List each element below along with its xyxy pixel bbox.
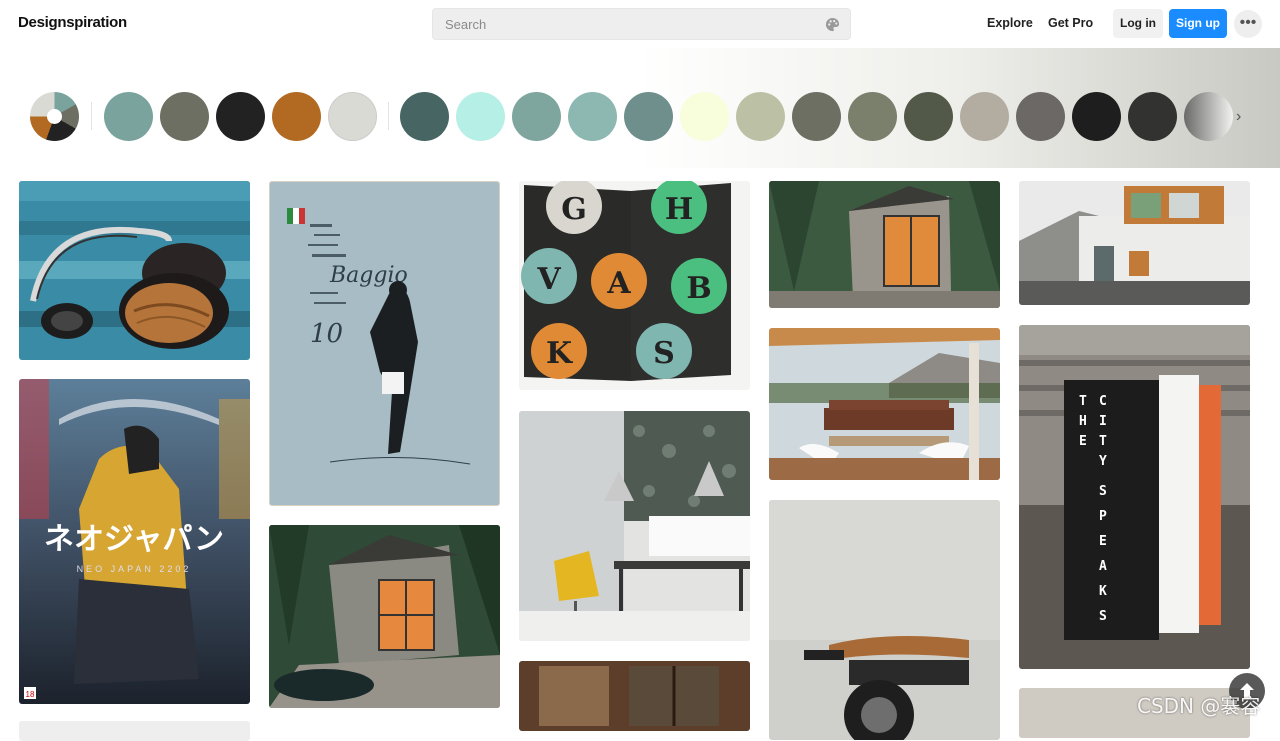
image-neo-japan-poster[interactable]: ネオジャパン NEO JAPAN 2202 18 <box>19 379 250 704</box>
watermark: CSDN @褰容 <box>1137 694 1261 718</box>
sign-letter: C <box>1099 394 1107 409</box>
sign-letter: H <box>1079 414 1087 429</box>
more-options-button[interactable]: ••• <box>1234 10 1262 38</box>
selected-color-swatch[interactable] <box>104 92 153 141</box>
typo-letter: H <box>665 192 693 227</box>
sign-letter: I <box>1099 414 1107 429</box>
poster-title: ネオジャパン <box>44 522 224 557</box>
suggested-color-swatch[interactable] <box>736 92 785 141</box>
ellipsis-icon: ••• <box>1239 14 1257 31</box>
typo-letter: A <box>606 266 631 301</box>
sign-letter: S <box>1099 609 1107 624</box>
image-container-house[interactable] <box>1019 181 1250 305</box>
image-typography-book[interactable]: G H V A B K S <box>519 181 750 390</box>
suggested-color-swatch[interactable] <box>456 92 505 141</box>
typo-letter: B <box>686 271 711 306</box>
suggested-color-swatch[interactable] <box>1072 92 1121 141</box>
image-headphones[interactable] <box>19 181 250 360</box>
divider <box>91 102 92 130</box>
suggested-color-swatch[interactable] <box>624 92 673 141</box>
typo-letter: S <box>653 336 675 371</box>
suggested-color-swatch[interactable] <box>512 92 561 141</box>
suggested-color-swatch[interactable] <box>400 92 449 141</box>
search-box[interactable] <box>432 8 851 40</box>
suggested-color-swatch[interactable] <box>904 92 953 141</box>
sign-letter: Y <box>1099 454 1107 469</box>
suggested-color-swatch[interactable] <box>960 92 1009 141</box>
signup-button[interactable]: Sign up <box>1169 9 1227 38</box>
sign-letter: A <box>1099 559 1107 574</box>
sign-letter: T <box>1099 434 1107 449</box>
login-button[interactable]: Log in <box>1113 9 1163 38</box>
image-bottom-left[interactable] <box>19 721 250 741</box>
suggested-color-swatch[interactable] <box>568 92 617 141</box>
suggested-color-swatch[interactable] <box>1128 92 1177 141</box>
selected-color-swatch[interactable] <box>328 92 377 141</box>
sign-letter: S <box>1099 484 1107 499</box>
sign-letter: K <box>1099 584 1107 599</box>
top-bar: Designspiration Explore Get Pro Log in S… <box>0 0 1280 48</box>
nav-explore[interactable]: Explore <box>987 16 1033 30</box>
divider <box>388 102 389 130</box>
typo-letter: K <box>546 336 573 371</box>
selected-color-swatch[interactable] <box>272 92 321 141</box>
brand-logo[interactable]: Designspiration <box>18 14 127 31</box>
image-house-in-forest[interactable] <box>769 181 1000 308</box>
image-patio-lounge[interactable] <box>769 328 1000 480</box>
selected-color-swatch[interactable] <box>216 92 265 141</box>
typo-letter: V <box>536 262 561 297</box>
suggested-color-swatch[interactable] <box>680 92 729 141</box>
selected-color-swatch[interactable] <box>160 92 209 141</box>
image-cabin-window[interactable] <box>519 661 750 731</box>
sign-letter: T <box>1079 394 1087 409</box>
palette-icon[interactable] <box>825 17 840 32</box>
sign-letter: E <box>1079 434 1087 449</box>
baggio-number: 10 <box>310 319 343 349</box>
nav-get-pro[interactable]: Get Pro <box>1048 16 1093 30</box>
typo-letter: G <box>561 192 587 227</box>
image-motorcycle[interactable] <box>769 500 1000 740</box>
color-wheel-icon[interactable] <box>30 92 79 141</box>
image-baggio-poster[interactable]: Baggio 10 <box>269 181 500 506</box>
image-forest-cabin[interactable] <box>269 525 500 708</box>
sign-letter: E <box>1099 534 1107 549</box>
poster-subtitle: NEO JAPAN 2202 <box>77 564 192 574</box>
image-the-city-speaks-sign[interactable]: T H E C I T Y S P E A K S <box>1019 325 1250 669</box>
search-input[interactable] <box>433 9 813 39</box>
suggested-color-swatch[interactable] <box>848 92 897 141</box>
sign-letter: P <box>1099 509 1107 524</box>
suggested-color-swatch[interactable] <box>1016 92 1065 141</box>
suggested-color-swatch[interactable] <box>1184 92 1233 141</box>
suggested-color-swatch[interactable] <box>792 92 841 141</box>
poster-rating: 18 <box>26 690 35 699</box>
chevron-right-icon[interactable]: › <box>1236 108 1241 126</box>
image-yellow-chair-interior[interactable] <box>519 411 750 641</box>
